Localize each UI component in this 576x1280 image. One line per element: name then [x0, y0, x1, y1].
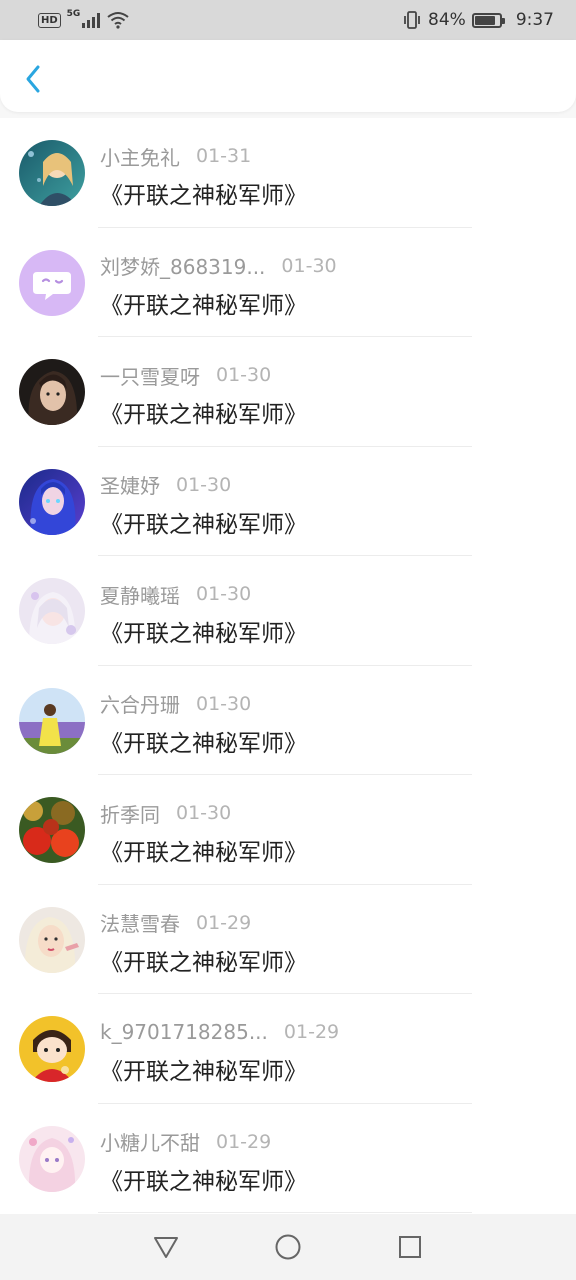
- avatar[interactable]: [19, 140, 85, 206]
- status-left: HD 5G: [38, 9, 130, 29]
- top-app-bar: [0, 40, 576, 112]
- sender-name: 小主免礼: [100, 145, 180, 170]
- sender-name: 法慧雪春: [100, 912, 180, 936]
- nav-home-button[interactable]: [227, 1214, 349, 1280]
- list-item[interactable]: 六合丹珊 01-30 《开联之神秘军师》: [0, 666, 576, 775]
- message-date: 01-31: [196, 145, 252, 167]
- list-item[interactable]: 小糖儿不甜 01-29 《开联之神秘军师》: [0, 1104, 576, 1213]
- message-meta: 小主免礼 01-31: [100, 142, 251, 170]
- sender-name: k_9701718285...: [100, 1020, 268, 1044]
- system-nav-bar: [0, 1214, 576, 1280]
- message-meta: 六合丹珊 01-30: [100, 690, 251, 718]
- sender-name: 刘梦娇_868319...: [100, 255, 266, 279]
- message-date: 01-30: [196, 692, 252, 715]
- avatar[interactable]: [19, 1125, 85, 1192]
- sender-name: 小糖儿不甜: [100, 1131, 200, 1155]
- message-text: 《开联之神秘军师》: [100, 840, 307, 866]
- sender-name: 一只雪夏呀: [100, 364, 200, 389]
- list-item[interactable]: 一只雪夏呀 01-30 《开联之神秘军师》: [0, 337, 576, 447]
- message-meta: 圣婕妤 01-30: [100, 471, 231, 499]
- message-meta: k_9701718285... 01-29: [100, 1018, 339, 1046]
- message-meta: 一只雪夏呀 01-30: [100, 361, 271, 389]
- message-text: 《开联之神秘军师》: [100, 730, 307, 757]
- message-meta: 刘梦娇_868319... 01-30: [100, 252, 337, 280]
- message-text: 《开联之神秘军师》: [100, 511, 307, 538]
- nav-back-button[interactable]: [105, 1214, 227, 1280]
- sender-name: 折季同: [100, 802, 160, 827]
- nav-recents-button[interactable]: [349, 1214, 471, 1280]
- message-date: 01-30: [281, 254, 337, 277]
- message-date: 01-30: [216, 364, 272, 386]
- screen: HD 5G 84% 9:37 小主免礼 01-31 《开联之神秘军师》 刘梦娇_…: [0, 0, 576, 1280]
- message-date: 01-29: [216, 1130, 272, 1153]
- recents-square-icon: [399, 1236, 421, 1258]
- message-meta: 折季同 01-30: [100, 799, 231, 827]
- avatar[interactable]: [19, 468, 85, 535]
- back-triangle-icon: [154, 1237, 178, 1258]
- message-text: 《开联之神秘军师》: [100, 621, 307, 647]
- sender-name: 夏静曦瑶: [100, 583, 180, 608]
- avatar[interactable]: [19, 249, 85, 316]
- avatar[interactable]: [19, 578, 85, 644]
- wifi-icon: [107, 12, 129, 29]
- message-text: 《开联之神秘军师》: [100, 1168, 307, 1195]
- sender-name: 圣婕妤: [100, 474, 160, 498]
- message-meta: 小糖儿不甜 01-29: [100, 1128, 271, 1156]
- list-item[interactable]: k_9701718285... 01-29 《开联之神秘军师》: [0, 994, 576, 1104]
- signal-icon: [82, 12, 101, 28]
- message-date: 01-30: [196, 583, 252, 605]
- back-button[interactable]: [18, 62, 48, 96]
- message-text: 《开联之神秘军师》: [100, 1059, 307, 1085]
- message-date: 01-29: [196, 911, 252, 934]
- message-text: 《开联之神秘军师》: [100, 183, 307, 209]
- list-item[interactable]: 小主免礼 01-31 《开联之神秘军师》: [0, 118, 576, 228]
- message-meta: 夏静曦瑶 01-30: [100, 580, 251, 608]
- sender-name: 六合丹珊: [100, 693, 180, 717]
- message-date: 01-29: [283, 1021, 340, 1043]
- message-text: 《开联之神秘军师》: [100, 292, 307, 319]
- list-item[interactable]: 法慧雪春 01-29 《开联之神秘军师》: [0, 885, 576, 994]
- hd-badge: HD: [38, 12, 61, 28]
- battery-fill: [474, 15, 495, 25]
- avatar[interactable]: [19, 687, 85, 754]
- list-item[interactable]: 折季同 01-30 《开联之神秘军师》: [0, 775, 576, 885]
- message-meta: 法慧雪春 01-29: [100, 909, 251, 937]
- list-item[interactable]: 圣婕妤 01-30 《开联之神秘军师》: [0, 447, 576, 556]
- avatar[interactable]: [19, 1016, 85, 1082]
- avatar[interactable]: [19, 797, 85, 863]
- message-text: 《开联之神秘军师》: [100, 402, 307, 428]
- list-item[interactable]: 夏静曦瑶 01-30 《开联之神秘军师》: [0, 556, 576, 666]
- clock: 9:37: [515, 10, 554, 30]
- message-list[interactable]: 小主免礼 01-31 《开联之神秘军师》 刘梦娇_868319... 01-30…: [0, 118, 576, 1214]
- chevron-left-icon: [26, 65, 40, 93]
- list-item[interactable]: 刘梦娇_868319... 01-30 《开联之神秘军师》: [0, 228, 576, 337]
- message-date: 01-30: [176, 802, 232, 824]
- battery-icon: [471, 12, 505, 28]
- network-type: 5G: [66, 9, 81, 19]
- status-right: 84% 9:37: [402, 10, 554, 30]
- status-bar: HD 5G 84% 9:37: [0, 0, 576, 40]
- message-text: 《开联之神秘军师》: [100, 949, 307, 976]
- vibrate-icon: [404, 11, 420, 29]
- avatar[interactable]: [19, 906, 85, 973]
- avatar[interactable]: [19, 359, 85, 425]
- message-date: 01-30: [176, 473, 232, 496]
- divider: [98, 1212, 472, 1213]
- battery-percent: 84%: [428, 10, 466, 30]
- home-circle-icon: [275, 1234, 301, 1260]
